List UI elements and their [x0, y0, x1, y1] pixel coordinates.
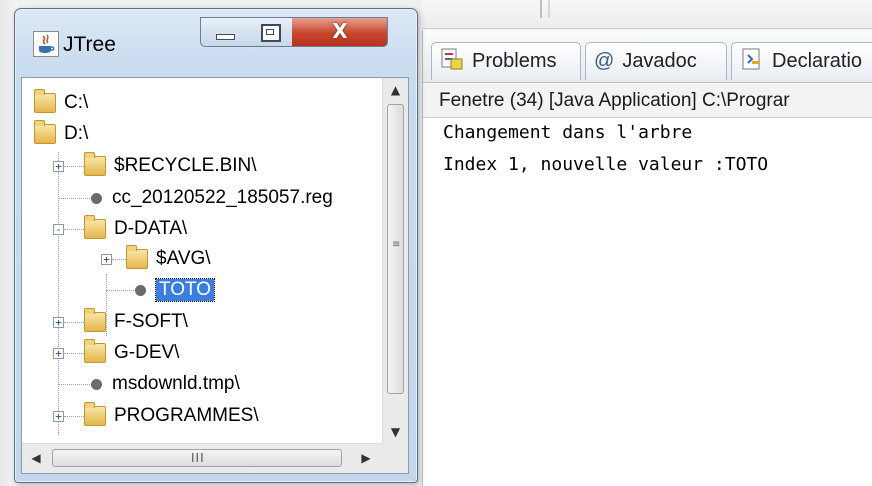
toolbar-separator [548, 0, 550, 18]
tree-node-label: $AVG\ [156, 248, 211, 269]
tree-node-label: D-DATA\ [114, 218, 188, 239]
scroll-grip-icon: III [191, 451, 205, 465]
expand-button[interactable]: + [53, 348, 64, 359]
minimize-icon [216, 34, 235, 40]
tree-node[interactable]: G-DEV\ [84, 338, 179, 368]
expand-button[interactable]: + [101, 254, 112, 265]
folder-icon [34, 120, 56, 144]
console-header: Fenetre (34) [Java Application] C:\Progr… [423, 84, 872, 118]
expand-button[interactable]: + [53, 411, 64, 422]
console-line: Index 1, nouvelle valeur :TOTO [443, 154, 769, 175]
folder-icon [84, 308, 106, 332]
file-icon [91, 378, 102, 390]
console-line: Changement dans l'arbre [443, 122, 693, 143]
tree-node-label: cc_20120522_185057.reg [112, 187, 333, 208]
tree-connector [58, 152, 59, 435]
tab-problems[interactable]: Problems [431, 42, 581, 80]
scroll-up-arrow-icon[interactable]: ▲ [383, 78, 408, 102]
tree-node-label: $RECYCLE.BIN\ [114, 155, 257, 176]
tree-node-label: C:\ [64, 92, 89, 113]
tree-node-label: PROGRAMMES\ [114, 405, 259, 426]
folder-icon [84, 215, 106, 239]
tab-declaration[interactable]: Declaratio [731, 42, 872, 80]
folder-icon [34, 89, 56, 113]
view-tab-bar: Problems @ Javadoc Declaratio [423, 30, 872, 83]
eclipse-console-view: Problems @ Javadoc Declaratio Fenetre (3… [422, 30, 872, 486]
tab-javadoc[interactable]: @ Javadoc [585, 42, 727, 80]
scroll-grip-icon: ≡ [392, 239, 401, 250]
tree-node[interactable]: F-SOFT\ [84, 307, 188, 337]
vertical-scroll-thumb[interactable]: ≡ [387, 104, 404, 394]
at-icon: @ [594, 50, 615, 72]
tree-node[interactable]: C:\ [34, 88, 88, 118]
tree-node-label: G-DEV\ [114, 342, 180, 363]
eclipse-toolbar [422, 0, 872, 29]
tree-panel: + - + + + + C:\ D:\ $RECYCLE.BIN\ cc_201… [21, 77, 409, 474]
tree-node[interactable]: D-DATA\ [84, 214, 187, 244]
tree-node[interactable]: msdownld.tmp\ [88, 369, 240, 399]
file-icon [91, 192, 102, 204]
horizontal-scrollbar[interactable]: ◀ III ▶ [22, 443, 384, 473]
folder-icon [126, 245, 148, 269]
tree-node-label: msdownld.tmp\ [112, 373, 240, 394]
tree-node-label: F-SOFT\ [114, 311, 188, 332]
problems-icon [440, 47, 464, 77]
tab-label: Javadoc [622, 50, 697, 72]
maximize-button[interactable] [247, 17, 293, 47]
window-title: JTree [63, 33, 116, 56]
folder-icon [84, 402, 106, 426]
tab-label: Declaratio [772, 50, 863, 72]
tree-node[interactable]: $RECYCLE.BIN\ [84, 151, 257, 181]
scroll-down-arrow-icon[interactable]: ▼ [383, 420, 408, 444]
tree-node[interactable]: cc_20120522_185057.reg [88, 183, 333, 213]
file-icon [135, 284, 146, 296]
tree-node[interactable]: PROGRAMMES\ [84, 401, 259, 431]
scroll-left-arrow-icon[interactable]: ◀ [24, 444, 48, 473]
minimize-button[interactable] [200, 17, 248, 47]
java-icon [33, 31, 59, 57]
horizontal-scroll-thumb[interactable]: III [52, 449, 342, 467]
console-output[interactable]: Changement dans l'arbre Index 1, nouvell… [423, 118, 872, 486]
tree-node-selected[interactable]: TOTO [132, 275, 216, 305]
jtree-window: JTree X + - + + + + C:\ D:\ $RECYCLE.BIN… [14, 8, 418, 483]
scrollbar-corner [382, 443, 408, 473]
tree-node-label: D:\ [64, 123, 89, 144]
toolbar-separator [540, 0, 542, 18]
folder-icon [84, 339, 106, 363]
scroll-right-arrow-icon[interactable]: ▶ [354, 444, 378, 473]
close-icon: X [332, 19, 348, 43]
folder-icon [84, 152, 106, 176]
expand-button[interactable]: + [53, 317, 64, 328]
tree-node[interactable]: D:\ [34, 119, 88, 149]
tree-node[interactable]: $AVG\ [126, 244, 211, 274]
tab-label: Problems [472, 50, 557, 72]
declaration-icon [740, 47, 764, 77]
collapse-button[interactable]: - [53, 224, 64, 235]
maximize-icon [261, 24, 281, 42]
expand-button[interactable]: + [53, 161, 64, 172]
tree-node-label: TOTO [154, 278, 216, 302]
vertical-scrollbar[interactable]: ▲ ≡ ▼ [382, 78, 408, 444]
close-button[interactable]: X [292, 17, 388, 47]
